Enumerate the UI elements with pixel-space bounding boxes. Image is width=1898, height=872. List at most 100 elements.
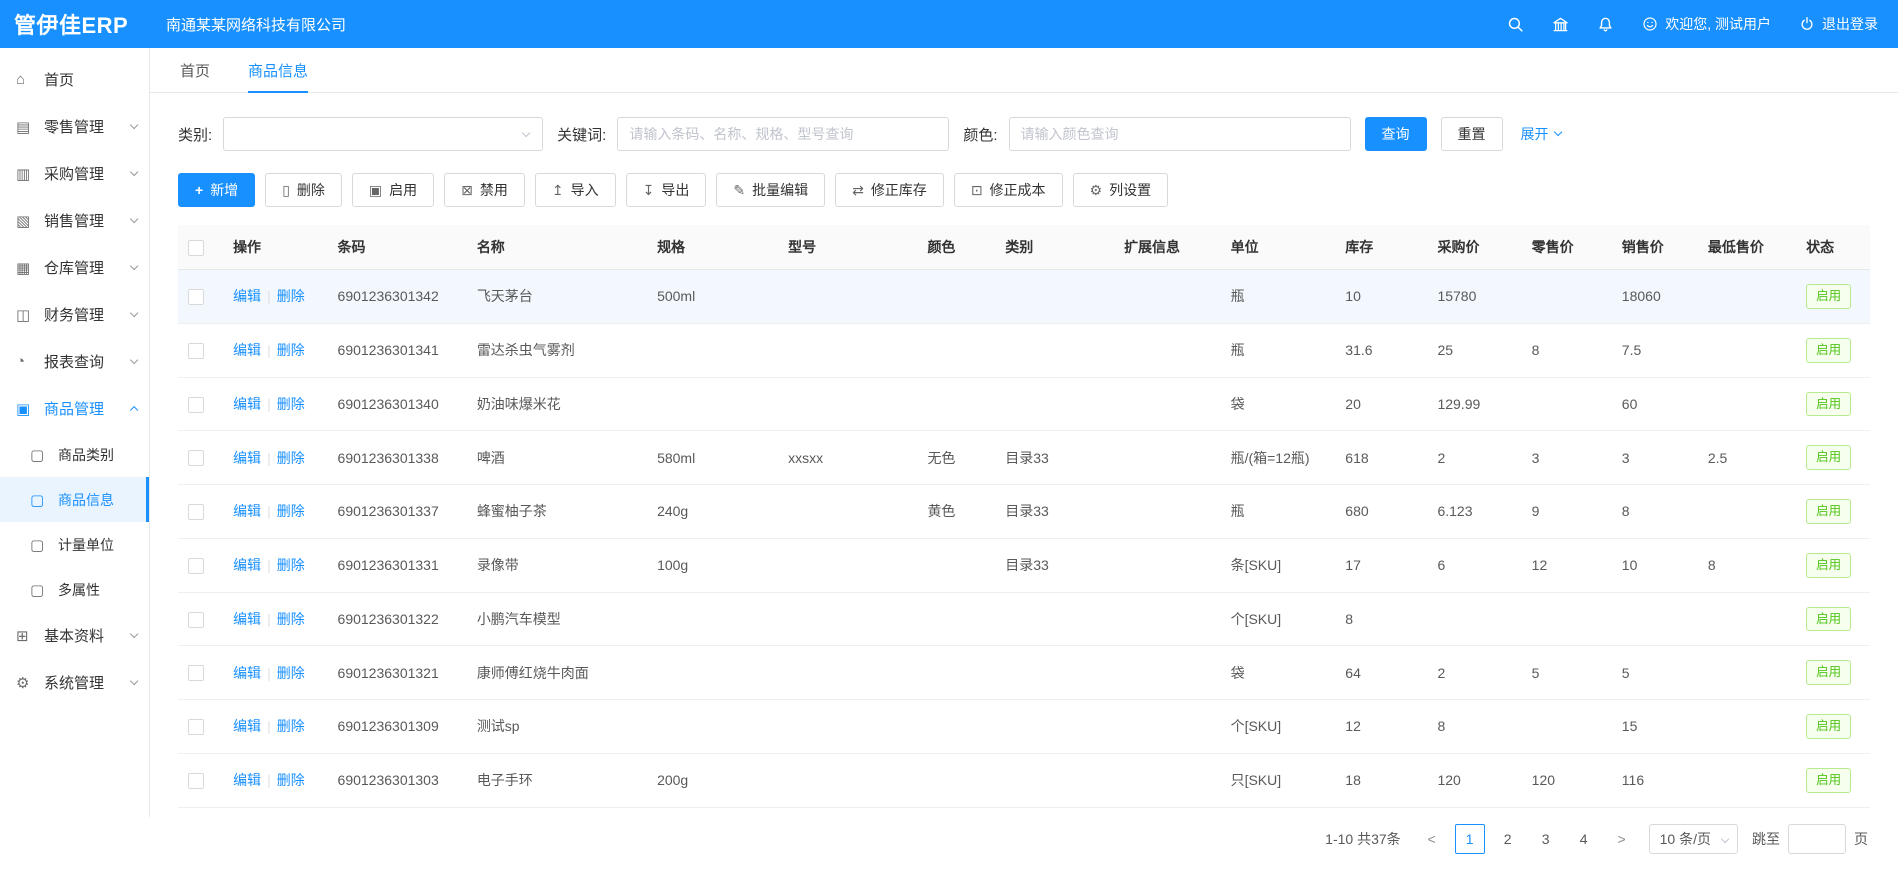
cell-spec: 580ml xyxy=(647,431,778,485)
delete-button[interactable]: ▯删除 xyxy=(265,173,342,207)
cell-unit: 个[SKU] xyxy=(1221,592,1336,646)
color-input[interactable] xyxy=(1009,117,1351,151)
cell-sale: 60 xyxy=(1612,377,1698,431)
sidebar-item-measure-unit[interactable]: ▢计量单位 xyxy=(0,522,149,567)
chevron-down-icon xyxy=(130,262,139,271)
import-button[interactable]: ↥导入 xyxy=(535,173,616,207)
add-button[interactable]: +新增 xyxy=(178,173,255,207)
cell-stock: 12 xyxy=(1335,700,1427,754)
cell-name: 录像带 xyxy=(467,538,647,592)
delete-link[interactable]: 删除 xyxy=(277,611,305,627)
delete-link[interactable]: 删除 xyxy=(277,288,305,304)
cell-category: 目录33 xyxy=(995,485,1114,539)
search-button[interactable]: 查询 xyxy=(1365,117,1427,151)
edit-link[interactable]: 编辑 xyxy=(233,342,261,358)
edit-link[interactable]: 编辑 xyxy=(233,557,261,573)
row-checkbox[interactable] xyxy=(188,289,204,305)
building-icon[interactable] xyxy=(1552,16,1569,33)
sidebar-item-goods-category[interactable]: ▢商品类别 xyxy=(0,432,149,477)
edit-link[interactable]: 编辑 xyxy=(233,288,261,304)
sidebar-item-warehouse[interactable]: ▦仓库管理 xyxy=(0,244,149,291)
fix-stock-button[interactable]: ⇄修正库存 xyxy=(835,173,944,207)
cell-model xyxy=(778,377,917,431)
page-size-select[interactable]: 10 条/页 xyxy=(1649,824,1738,854)
category-select[interactable] xyxy=(223,117,543,151)
row-checkbox[interactable] xyxy=(188,665,204,681)
app-window: 管伊佳ERP 南通某某网络科技有限公司 欢迎您, 测试用户 xyxy=(0,0,1898,817)
delete-link[interactable]: 删除 xyxy=(277,450,305,466)
sidebar-item-purchase[interactable]: ▥采购管理 xyxy=(0,150,149,197)
cell-name: 电子手环 xyxy=(467,753,647,807)
page-button-4[interactable]: 4 xyxy=(1569,824,1599,854)
edit-link[interactable]: 编辑 xyxy=(233,718,261,734)
reset-button[interactable]: 重置 xyxy=(1441,117,1503,151)
table-row: 编辑|删除6901236301340奶油味爆米花袋20129.9960启用 xyxy=(178,377,1870,431)
sidebar-item-goods-info[interactable]: ▢商品信息 xyxy=(0,477,149,522)
expand-link[interactable]: 展开 xyxy=(1521,124,1561,144)
row-checkbox[interactable] xyxy=(188,612,204,628)
logout-button[interactable]: 退出登录 xyxy=(1799,14,1878,34)
fix-cost-button[interactable]: ⊡修正成本 xyxy=(954,173,1063,207)
delete-link[interactable]: 删除 xyxy=(277,772,305,788)
column-header: 扩展信息 xyxy=(1114,225,1221,270)
search-icon[interactable] xyxy=(1507,16,1524,33)
sidebar-item-finance[interactable]: ◫财务管理 xyxy=(0,291,149,338)
tab-goods-info[interactable]: 商品信息 xyxy=(248,48,308,92)
row-checkbox[interactable] xyxy=(188,343,204,359)
sidebar-item-retail[interactable]: ▤零售管理 xyxy=(0,103,149,150)
delete-link[interactable]: 删除 xyxy=(277,342,305,358)
delete-link[interactable]: 删除 xyxy=(277,665,305,681)
bell-icon[interactable] xyxy=(1597,16,1614,33)
cell-min xyxy=(1698,592,1796,646)
delete-link[interactable]: 删除 xyxy=(277,718,305,734)
sidebar-item-home[interactable]: ⌂首页 xyxy=(0,56,149,103)
column-header: 单位 xyxy=(1221,225,1336,270)
disable-button[interactable]: ⊠禁用 xyxy=(444,173,525,207)
batch-edit-button[interactable]: ✎批量编辑 xyxy=(716,173,825,207)
select-all-checkbox[interactable] xyxy=(188,240,204,256)
row-checkbox[interactable] xyxy=(188,397,204,413)
row-checkbox[interactable] xyxy=(188,773,204,789)
page-button-3[interactable]: 3 xyxy=(1531,824,1561,854)
next-page-button[interactable]: > xyxy=(1607,824,1637,854)
column-settings-button[interactable]: ⚙列设置 xyxy=(1073,173,1169,207)
sidebar-item-multi-attr[interactable]: ▢多属性 xyxy=(0,567,149,612)
cell-ext xyxy=(1114,646,1221,700)
edit-link[interactable]: 编辑 xyxy=(233,611,261,627)
sidebar-item-label: 零售管理 xyxy=(44,116,104,137)
tab-home[interactable]: 首页 xyxy=(180,48,210,92)
edit-link[interactable]: 编辑 xyxy=(233,772,261,788)
row-checkbox[interactable] xyxy=(188,450,204,466)
sidebar-item-basic-data[interactable]: ⊞基本资料 xyxy=(0,612,149,659)
finance-icon: ◫ xyxy=(16,306,37,324)
row-checkbox[interactable] xyxy=(188,504,204,520)
column-header: 状态 xyxy=(1796,225,1870,270)
edit-link[interactable]: 编辑 xyxy=(233,396,261,412)
sidebar-item-sales[interactable]: ▧销售管理 xyxy=(0,197,149,244)
enable-button[interactable]: ▣启用 xyxy=(352,173,434,207)
edit-link[interactable]: 编辑 xyxy=(233,503,261,519)
status-badge: 启用 xyxy=(1806,714,1851,739)
sidebar-item-system[interactable]: ⚙系统管理 xyxy=(0,659,149,706)
toolbar: +新增 ▯删除 ▣启用 ⊠禁用 ↥导入 ↧导出 ✎批量编辑 ⇄修正库存 ⊡修正成本 ⚙列设置 xyxy=(178,173,1870,207)
table-row: 编辑|删除6901236301338啤酒580mlxxsxx无色目录33瓶/(箱… xyxy=(178,431,1870,485)
cell-model xyxy=(778,485,917,539)
welcome-user[interactable]: 欢迎您, 测试用户 xyxy=(1642,14,1771,34)
delete-link[interactable]: 删除 xyxy=(277,503,305,519)
page-button-1[interactable]: 1 xyxy=(1455,824,1485,854)
row-checkbox[interactable] xyxy=(188,558,204,574)
delete-link[interactable]: 删除 xyxy=(277,557,305,573)
export-button[interactable]: ↧导出 xyxy=(626,173,707,207)
edit-link[interactable]: 编辑 xyxy=(233,665,261,681)
prev-page-button[interactable]: < xyxy=(1417,824,1447,854)
sidebar-item-report[interactable]: ◔报表查询 xyxy=(0,338,149,385)
delete-link[interactable]: 删除 xyxy=(277,396,305,412)
page-button-2[interactable]: 2 xyxy=(1493,824,1523,854)
row-checkbox[interactable] xyxy=(188,719,204,735)
chevron-down-icon xyxy=(130,121,139,130)
keyword-input[interactable] xyxy=(617,117,949,151)
sidebar-item-goods[interactable]: ▣商品管理 xyxy=(0,385,149,432)
jump-page-input[interactable] xyxy=(1788,824,1846,854)
cell-purchase: 6.123 xyxy=(1427,485,1521,539)
edit-link[interactable]: 编辑 xyxy=(233,450,261,466)
